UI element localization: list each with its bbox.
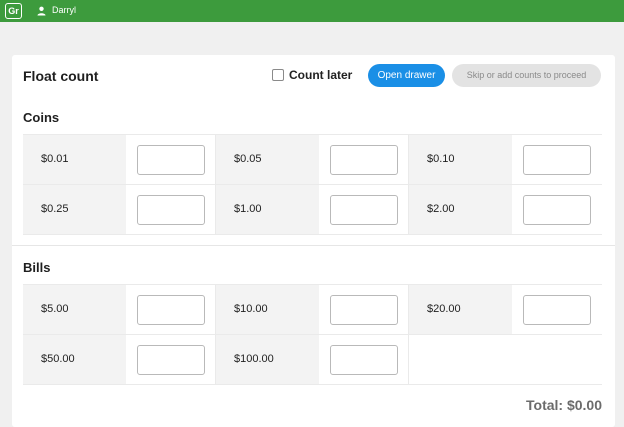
count-input-wrapper xyxy=(126,335,215,384)
count-input[interactable] xyxy=(329,145,398,175)
open-drawer-button[interactable]: Open drawer xyxy=(368,64,445,87)
denomination-cell: $20.00 xyxy=(409,285,602,335)
float-count-card: Float count Count later Open drawer Skip… xyxy=(12,55,615,427)
denomination-cell: $0.25 xyxy=(23,185,216,235)
total-amount: Total: $0.00 xyxy=(526,397,602,413)
count-input-wrapper xyxy=(319,285,408,334)
count-input[interactable] xyxy=(329,295,398,325)
count-input-wrapper xyxy=(126,185,215,234)
denomination-cell: $0.05 xyxy=(216,135,409,185)
denomination-row: $0.25 $1.00 $2.00 xyxy=(23,185,602,235)
count-input[interactable] xyxy=(329,345,398,375)
denomination-cell: $50.00 xyxy=(23,335,216,385)
denomination-row: $5.00 $10.00 $20.00 xyxy=(23,285,602,335)
denomination-cell: $0.01 xyxy=(23,135,216,185)
count-input-wrapper xyxy=(126,135,215,184)
denomination-label: $0.25 xyxy=(23,185,126,234)
count-input-wrapper xyxy=(512,185,602,234)
denomination-label: $2.00 xyxy=(409,185,512,234)
denomination-label: $5.00 xyxy=(23,285,126,334)
bills-section-title: Bills xyxy=(23,260,51,275)
count-input-wrapper xyxy=(512,285,602,334)
count-input[interactable] xyxy=(136,195,205,225)
denomination-row: $50.00 $100.00 xyxy=(23,335,602,385)
page-title: Float count xyxy=(23,68,99,84)
count-input-wrapper xyxy=(126,285,215,334)
count-input[interactable] xyxy=(523,195,591,225)
denomination-cell: $2.00 xyxy=(409,185,602,235)
count-later-label[interactable]: Count later xyxy=(289,68,352,82)
top-bar: Gr Darryl xyxy=(0,0,624,22)
denomination-cell: $0.10 xyxy=(409,135,602,185)
user-name[interactable]: Darryl xyxy=(52,5,76,16)
count-input[interactable] xyxy=(523,295,591,325)
denomination-label: $100.00 xyxy=(216,335,319,384)
count-input[interactable] xyxy=(329,195,398,225)
count-later-checkbox[interactable] xyxy=(272,69,284,81)
bills-grid: $5.00 $10.00 $20.00 $50.00 $100.00 xyxy=(23,284,602,385)
count-input[interactable] xyxy=(136,295,205,325)
count-input-wrapper xyxy=(319,135,408,184)
denomination-label: $0.01 xyxy=(23,135,126,184)
coins-grid: $0.01 $0.05 $0.10 $0.25 $1.00 $2.00 xyxy=(23,134,602,235)
count-input[interactable] xyxy=(523,145,591,175)
count-input[interactable] xyxy=(136,145,205,175)
count-input[interactable] xyxy=(136,345,205,375)
denomination-label: $10.00 xyxy=(216,285,319,334)
denomination-cell: $1.00 xyxy=(216,185,409,235)
count-input-wrapper xyxy=(512,135,602,184)
section-divider xyxy=(12,245,615,246)
denomination-label: $20.00 xyxy=(409,285,512,334)
skip-button[interactable]: Skip or add counts to proceed xyxy=(452,64,601,87)
app-logo[interactable]: Gr xyxy=(5,3,22,19)
denomination-label: $1.00 xyxy=(216,185,319,234)
denomination-cell: $100.00 xyxy=(216,335,409,385)
user-icon xyxy=(37,6,46,16)
empty-cell xyxy=(409,335,602,385)
count-input-wrapper xyxy=(319,185,408,234)
count-input-wrapper xyxy=(319,335,408,384)
denomination-label: $50.00 xyxy=(23,335,126,384)
denomination-row: $0.01 $0.05 $0.10 xyxy=(23,135,602,185)
denomination-label: $0.05 xyxy=(216,135,319,184)
denomination-cell: $10.00 xyxy=(216,285,409,335)
denomination-cell: $5.00 xyxy=(23,285,216,335)
coins-section-title: Coins xyxy=(23,110,60,125)
denomination-label: $0.10 xyxy=(409,135,512,184)
